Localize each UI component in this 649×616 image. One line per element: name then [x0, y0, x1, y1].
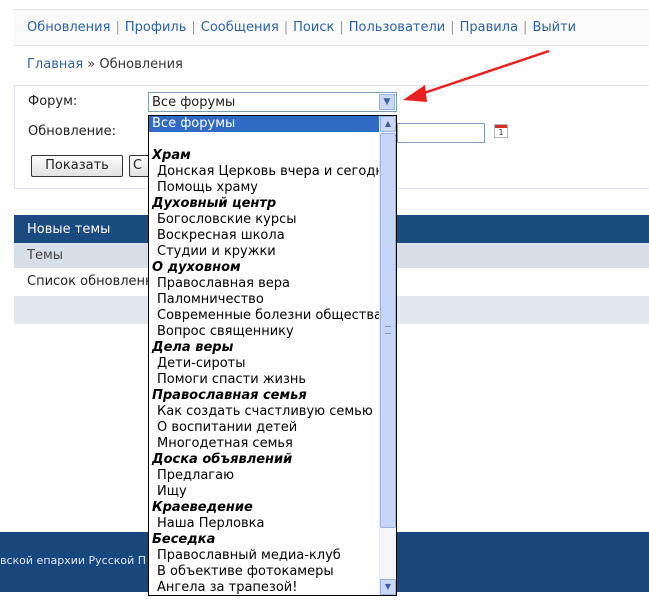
dropdown-option[interactable]: Студии и кружки — [149, 244, 387, 260]
calendar-icon[interactable]: 1 — [494, 124, 508, 138]
dropdown-option[interactable]: Православный медиа-клуб — [149, 548, 387, 564]
dropdown-option[interactable]: Богословские курсы — [149, 212, 387, 228]
table-row-text: Список обновленн — [27, 274, 154, 289]
dropdown-option[interactable]: Вопрос священнику — [149, 324, 387, 340]
dropdown-option[interactable]: Все форумы — [149, 116, 382, 132]
forum-select-value: Все форумы — [152, 95, 236, 110]
nav-link[interactable]: Обновления — [27, 20, 110, 35]
dropdown-group-header: Дела веры — [152, 340, 234, 355]
dropdown-option[interactable]: Православная вера — [149, 276, 387, 292]
dropdown-option[interactable]: Современные болезни общества — [149, 308, 387, 324]
nav-separator: | — [115, 20, 120, 35]
dropdown-scrollbar[interactable]: ▲ ▼ — [379, 116, 396, 595]
dropdown-option[interactable]: Наша Перловка — [149, 516, 387, 532]
scroll-down-icon[interactable]: ▼ — [380, 579, 396, 595]
dropdown-option[interactable]: Дети-сироты — [149, 356, 387, 372]
nav-separator: | — [523, 20, 528, 35]
update-date-input[interactable] — [397, 123, 485, 143]
nav-separator: | — [191, 20, 196, 35]
nav-separator: | — [339, 20, 344, 35]
nav-link[interactable]: Выйти — [532, 20, 576, 35]
show-button[interactable]: Показать — [31, 155, 123, 177]
top-nav: Обновления | Профиль | Сообщения | Поиск | Польз… — [14, 9, 649, 46]
dropdown-group-header: Краеведение — [152, 500, 253, 515]
dropdown-group-header: Духовный центр — [152, 196, 277, 211]
dropdown-option[interactable]: Как создать счастливую семью — [149, 404, 387, 420]
nav-link[interactable]: Профиль — [125, 20, 187, 35]
scroll-up-icon[interactable]: ▲ — [380, 116, 396, 132]
update-label: Обновление: — [28, 124, 116, 139]
footer-text: вской епархии Русской П — [0, 554, 147, 567]
dropdown-option[interactable]: Ищу — [149, 484, 387, 500]
nav-separator: | — [283, 20, 289, 35]
dropdown-option[interactable]: Многодетная семья — [149, 436, 387, 452]
chevron-down-icon[interactable]: ▼ — [379, 94, 395, 110]
dropdown-option[interactable]: Воскресная школа — [149, 228, 387, 244]
nav-link[interactable]: Поиск — [293, 20, 334, 35]
forum-dropdown-list[interactable]: Все форумы Храм Донская Церковь вчера и се… — [148, 115, 397, 596]
nav-link[interactable]: Правила — [460, 20, 518, 35]
dropdown-group-header: Доска объявлений — [152, 452, 293, 467]
dropdown-option[interactable]: Помощь храму — [149, 180, 387, 196]
dropdown-option[interactable]: Паломничество — [149, 292, 387, 308]
nav-link[interactable]: Пользователи — [349, 20, 446, 35]
dropdown-option[interactable]: О воспитании детей — [149, 420, 387, 436]
table-subheader-label: Темы — [27, 248, 64, 263]
calendar-day: 1 — [498, 128, 504, 137]
forum-select[interactable]: Все форумы ▼ — [148, 92, 397, 112]
top-nav-links: Обновления | Профиль | Сообщения | Поиск | Польз… — [27, 20, 576, 35]
breadcrumb: Главная » Обновления — [27, 57, 183, 72]
dropdown-group-header: Храм — [152, 148, 191, 163]
nav-separator: | — [450, 20, 455, 35]
dropdown-option[interactable]: Донская Церковь вчера и сегодня — [149, 164, 392, 180]
dropdown-option[interactable]: Предлагаю — [149, 468, 387, 484]
dropdown-option[interactable]: В объективе фотокамеры — [149, 564, 387, 580]
dropdown-option[interactable] — [149, 132, 379, 148]
dropdown-option[interactable]: Помоги спасти жизнь — [149, 372, 387, 388]
dropdown-group-header: О духовном — [152, 260, 241, 275]
dropdown-option[interactable]: Ангела за трапезой! — [149, 580, 387, 595]
breadcrumb-separator: » — [87, 57, 96, 72]
breadcrumb-current: Обновления — [99, 57, 183, 72]
nav-link[interactable]: Сообщения — [201, 20, 279, 35]
dropdown-group-header: Беседка — [152, 532, 216, 547]
scroll-thumb[interactable] — [380, 133, 396, 528]
annotation-arrow-icon — [403, 49, 550, 102]
table-header-title: Новые темы — [27, 222, 111, 237]
forum-label: Форум: — [28, 94, 78, 109]
dropdown-group-header: Православная семья — [152, 388, 307, 403]
breadcrumb-home-link[interactable]: Главная — [27, 57, 83, 72]
